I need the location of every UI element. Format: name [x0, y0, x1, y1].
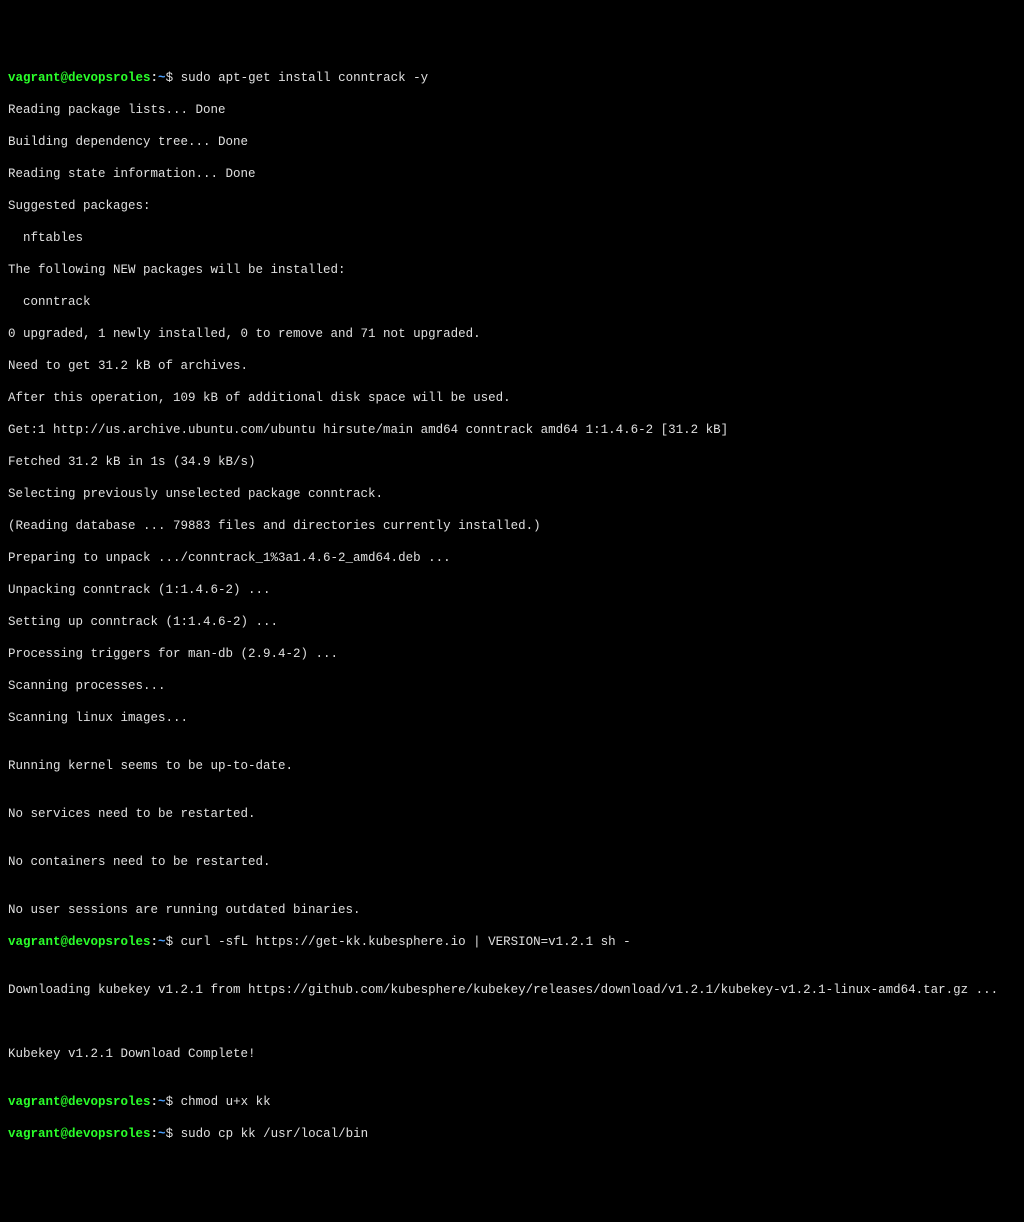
- user-host: vagrant@devopsroles: [8, 71, 151, 85]
- separator: :: [151, 71, 159, 85]
- separator: :: [151, 1127, 159, 1141]
- output-line: Suggested packages:: [8, 198, 1016, 214]
- output-line: Preparing to unpack .../conntrack_1%3a1.…: [8, 550, 1016, 566]
- output-line: Unpacking conntrack (1:1.4.6-2) ...: [8, 582, 1016, 598]
- prompt-line-3[interactable]: vagrant@devopsroles:~$ chmod u+x kk: [8, 1094, 1016, 1110]
- separator: :: [151, 935, 159, 949]
- output-line: Need to get 31.2 kB of archives.: [8, 358, 1016, 374]
- output-line: Reading package lists... Done: [8, 102, 1016, 118]
- prompt-symbol: $: [166, 935, 181, 949]
- output-line: Scanning processes...: [8, 678, 1016, 694]
- output-line: Get:1 http://us.archive.ubuntu.com/ubunt…: [8, 422, 1016, 438]
- command-text: sudo cp kk /usr/local/bin: [181, 1127, 369, 1141]
- output-line: Fetched 31.2 kB in 1s (34.9 kB/s): [8, 454, 1016, 470]
- output-line: No user sessions are running outdated bi…: [8, 902, 1016, 918]
- user-host: vagrant@devopsroles: [8, 935, 151, 949]
- output-line: Kubekey v1.2.1 Download Complete!: [8, 1046, 1016, 1062]
- output-line: No services need to be restarted.: [8, 806, 1016, 822]
- command-text: chmod u+x kk: [181, 1095, 271, 1109]
- output-line: After this operation, 109 kB of addition…: [8, 390, 1016, 406]
- output-line: Running kernel seems to be up-to-date.: [8, 758, 1016, 774]
- cwd: ~: [158, 71, 166, 85]
- output-line: (Reading database ... 79883 files and di…: [8, 518, 1016, 534]
- command-text: curl -sfL https://get-kk.kubesphere.io |…: [181, 935, 631, 949]
- prompt-symbol: $: [166, 1095, 181, 1109]
- prompt-line-1[interactable]: vagrant@devopsroles:~$ sudo apt-get inst…: [8, 70, 1016, 86]
- output-line: nftables: [8, 230, 1016, 246]
- output-line: Processing triggers for man-db (2.9.4-2)…: [8, 646, 1016, 662]
- prompt-symbol: $: [166, 1127, 181, 1141]
- output-line: Setting up conntrack (1:1.4.6-2) ...: [8, 614, 1016, 630]
- cwd: ~: [158, 1095, 166, 1109]
- cwd: ~: [158, 1127, 166, 1141]
- user-host: vagrant@devopsroles: [8, 1095, 151, 1109]
- output-line: 0 upgraded, 1 newly installed, 0 to remo…: [8, 326, 1016, 342]
- output-line: Scanning linux images...: [8, 710, 1016, 726]
- prompt-line-2[interactable]: vagrant@devopsroles:~$ curl -sfL https:/…: [8, 934, 1016, 950]
- user-host: vagrant@devopsroles: [8, 1127, 151, 1141]
- output-line: The following NEW packages will be insta…: [8, 262, 1016, 278]
- output-line: Reading state information... Done: [8, 166, 1016, 182]
- prompt-symbol: $: [166, 71, 181, 85]
- output-line: Building dependency tree... Done: [8, 134, 1016, 150]
- prompt-line-4[interactable]: vagrant@devopsroles:~$ sudo cp kk /usr/l…: [8, 1126, 1016, 1142]
- command-text: sudo apt-get install conntrack -y: [181, 71, 429, 85]
- output-line: Selecting previously unselected package …: [8, 486, 1016, 502]
- output-line: No containers need to be restarted.: [8, 854, 1016, 870]
- output-line: conntrack: [8, 294, 1016, 310]
- separator: :: [151, 1095, 159, 1109]
- output-line: Downloading kubekey v1.2.1 from https://…: [8, 982, 1016, 998]
- cwd: ~: [158, 935, 166, 949]
